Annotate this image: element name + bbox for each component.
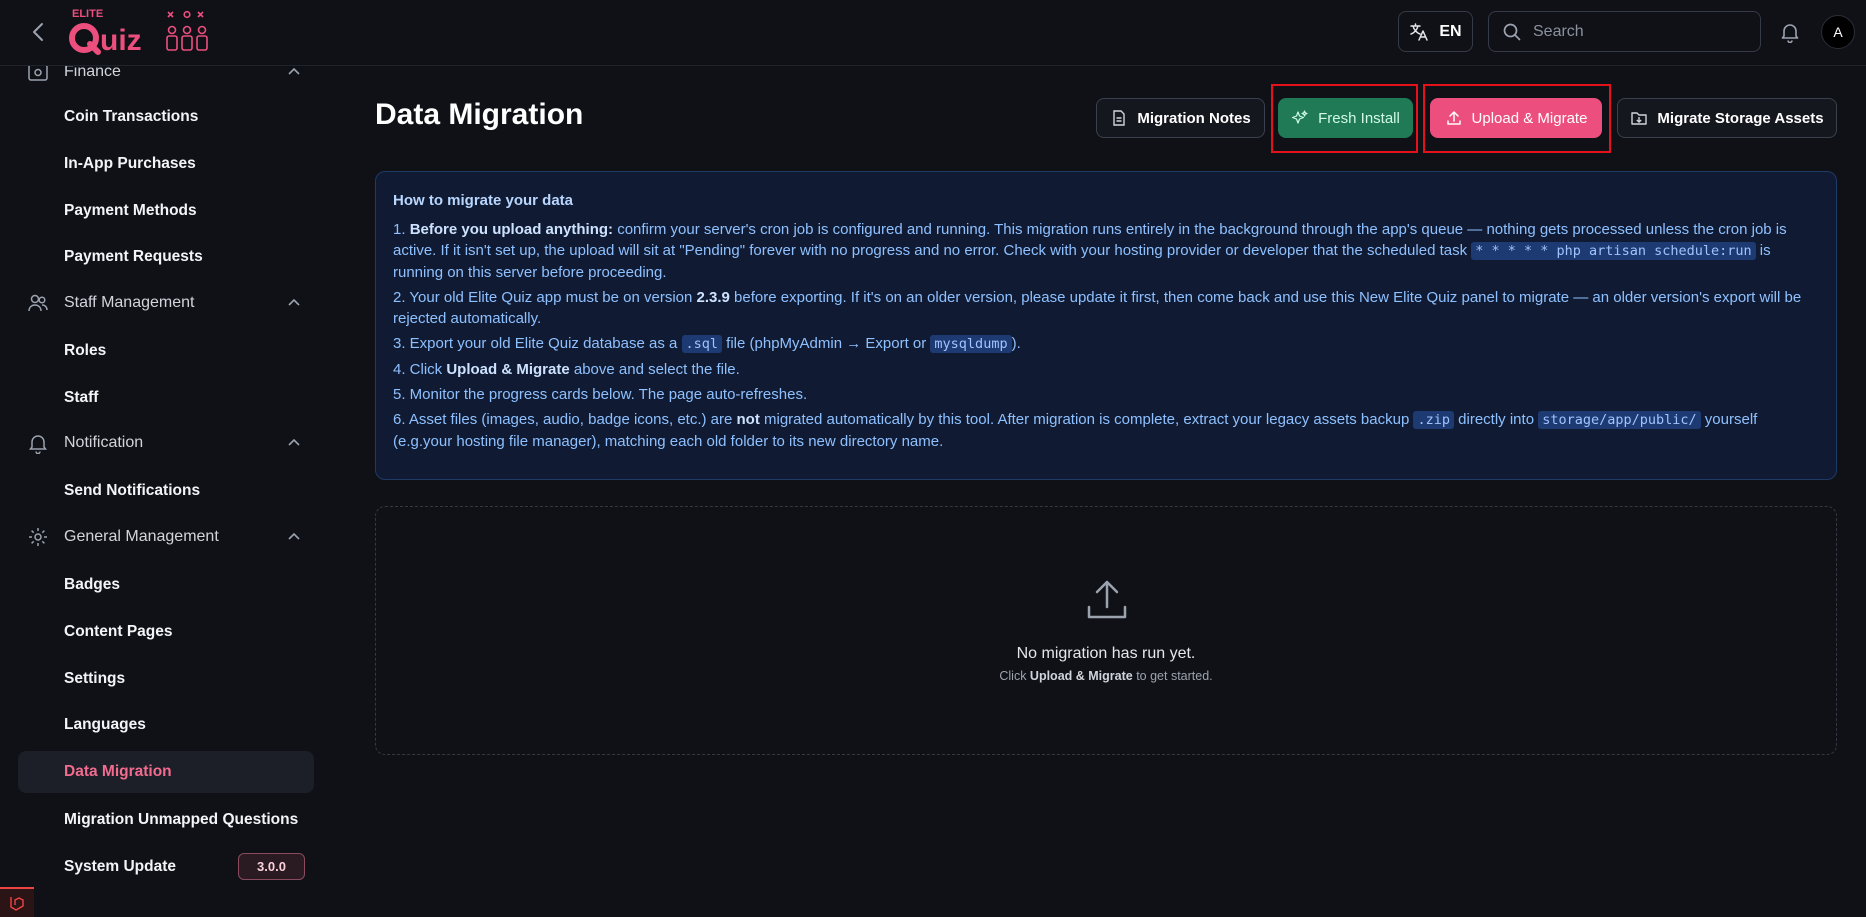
chevron-up-icon: [285, 528, 303, 546]
instruction-step-2: 2. Your old Elite Quiz app must be on ve…: [393, 289, 1802, 327]
code-snippet: mysqldump: [930, 335, 1012, 353]
bell-icon: [26, 431, 50, 455]
sidebar-item-payment-requests[interactable]: Payment Requests: [18, 236, 314, 278]
empty-state-title: No migration has run yet.: [1016, 645, 1196, 662]
search-box[interactable]: [1488, 11, 1761, 52]
search-input[interactable]: [1533, 22, 1733, 41]
sidebar-group-label: Finance: [64, 66, 121, 80]
sidebar-group-label: General Management: [64, 528, 219, 545]
migration-notes-button[interactable]: Migration Notes: [1096, 98, 1265, 138]
sidebar-item-badges[interactable]: Badges: [18, 564, 314, 606]
sidebar-item-staff[interactable]: Staff: [18, 377, 314, 419]
users-icon: [26, 291, 50, 315]
sidebar-item-coin-transactions[interactable]: Coin Transactions: [18, 96, 314, 138]
gear-icon: [26, 525, 50, 549]
sidebar-item-data-migration[interactable]: Data Migration: [18, 751, 314, 793]
version-badge: 3.0.0: [238, 853, 305, 880]
sidebar-item-in-app-purchases[interactable]: In-App Purchases: [18, 143, 314, 185]
sidebar-item-migration-unmapped-questions[interactable]: Migration Unmapped Questions: [18, 799, 314, 841]
sidebar-group-label: Notification: [64, 434, 144, 451]
button-label: Migration Notes: [1137, 109, 1251, 127]
top-bar: ELITE uiz EN A: [0, 0, 1866, 66]
language-switcher[interactable]: EN: [1398, 11, 1473, 52]
code-snippet: .sql: [681, 335, 723, 353]
sidebar-group-label: Staff Management: [64, 294, 195, 311]
code-snippet: storage/app/public/: [1538, 411, 1701, 429]
sidebar-item-label: System Update: [64, 858, 176, 875]
sidebar: Finance Coin Transactions In-App Purchas…: [0, 66, 330, 917]
finance-icon: [26, 66, 50, 84]
laravel-icon: [0, 887, 34, 917]
chevron-up-icon: [285, 294, 303, 312]
button-label: Migrate Storage Assets: [1657, 109, 1824, 127]
migrate-storage-assets-button[interactable]: Migrate Storage Assets: [1617, 98, 1837, 138]
search-icon: [1503, 23, 1521, 40]
migration-instructions: How to migrate your data 1. Before you u…: [375, 171, 1837, 480]
sidebar-item-settings[interactable]: Settings: [18, 658, 314, 700]
instruction-step-1: 1. Before you upload anything: confirm y…: [393, 221, 1787, 281]
instructions-heading: How to migrate your data: [393, 192, 574, 209]
upload-icon: [1085, 577, 1129, 621]
code-snippet: .zip: [1413, 411, 1454, 429]
empty-state: No migration has run yet. Click Upload &…: [375, 506, 1837, 755]
sidebar-item-send-notifications[interactable]: Send Notifications: [18, 470, 314, 512]
instruction-step-3: 3. Export your old Elite Quiz database a…: [393, 335, 1021, 353]
sidebar-group-staff-management[interactable]: Staff Management: [0, 283, 330, 323]
highlight-box-upload-migrate: [1423, 84, 1611, 153]
page-title: Data Migration: [375, 98, 584, 131]
sidebar-item-languages[interactable]: Languages: [18, 704, 314, 746]
language-label: EN: [1439, 22, 1462, 40]
sidebar-group-notification[interactable]: Notification: [0, 423, 330, 463]
instruction-step-5: 5. Monitor the progress cards below. The…: [393, 386, 808, 403]
highlight-box-fresh-install: [1271, 84, 1418, 153]
svg-text:ELITE: ELITE: [72, 8, 103, 20]
chevron-up-icon: [285, 434, 303, 452]
bell-icon[interactable]: [1776, 18, 1804, 46]
code-snippet: * * * * * php artisan schedule:run: [1471, 242, 1756, 260]
sidebar-item-roles[interactable]: Roles: [18, 330, 314, 372]
chevron-up-icon: [285, 66, 303, 81]
translate-icon: [1410, 22, 1429, 41]
instruction-step-4: 4. Click Upload & Migrate above and sele…: [393, 361, 740, 378]
document-icon: [1113, 110, 1126, 126]
elite-quiz-logo[interactable]: ELITE uiz: [68, 4, 208, 58]
sidebar-item-content-pages[interactable]: Content Pages: [18, 611, 314, 653]
back-arrow-icon[interactable]: [24, 18, 52, 46]
folder-download-icon: [1631, 112, 1648, 125]
sidebar-item-payment-methods[interactable]: Payment Methods: [18, 190, 314, 232]
avatar[interactable]: A: [1821, 15, 1855, 49]
instruction-step-6: 6. Asset files (images, audio, badge ico…: [393, 411, 1758, 450]
sidebar-group-finance[interactable]: Finance: [0, 66, 330, 92]
empty-state-subtitle: Click Upload & Migrate to get started.: [999, 669, 1213, 683]
sidebar-group-general-management[interactable]: General Management: [0, 517, 330, 557]
svg-text:uiz: uiz: [100, 24, 142, 57]
